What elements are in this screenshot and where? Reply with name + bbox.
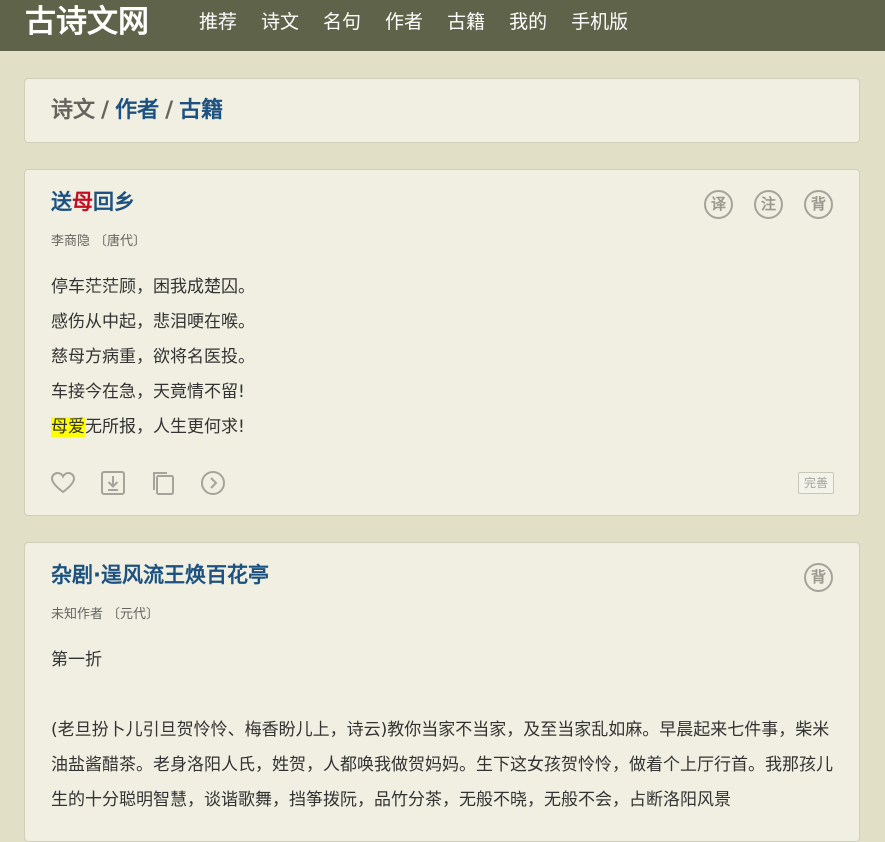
download-icon[interactable] [100, 470, 126, 496]
poem-dynasty[interactable]: 〔元代〕 [107, 607, 159, 622]
poem-title[interactable]: 送母回乡 [51, 187, 135, 217]
poem-card: 送母回乡 译 注 背 李商隐 〔唐代〕 停车茫茫顾，困我成楚囚。 感伤从中起，悲泪… [24, 169, 860, 516]
breadcrumb-link-authors[interactable]: 作者 [115, 98, 159, 123]
poem-content: 第一折 (老旦扮卜儿引旦贺怜怜、梅香盼儿上，诗云)教你当家不当家，及至当家乱如麻… [51, 643, 841, 818]
nav-item-mine[interactable]: 我的 [509, 10, 547, 34]
poem-toolbar [50, 470, 250, 496]
site-logo[interactable]: 古诗文网 [25, 2, 149, 42]
copy-icon[interactable] [150, 470, 176, 496]
poem-title-highlight: 母 [72, 190, 93, 214]
poem-line: 车接今在急，天竟情不留! [51, 382, 245, 402]
poem-line: 感伤从中起，悲泪哽在喉。 [51, 312, 255, 332]
breadcrumb-card: 诗文 / 作者 / 古籍 [24, 78, 860, 143]
nav-item-authors[interactable]: 作者 [385, 10, 423, 34]
recite-button[interactable]: 背 [804, 563, 833, 592]
nav-item-recommend[interactable]: 推荐 [199, 10, 237, 34]
poem-dynasty[interactable]: 〔唐代〕 [94, 234, 146, 249]
breadcrumb-link-classics[interactable]: 古籍 [179, 98, 223, 123]
nav-item-quotes[interactable]: 名句 [323, 10, 361, 34]
poem-meta: 未知作者 〔元代〕 [51, 605, 159, 625]
poem-line: 第一折 [51, 650, 102, 670]
poem-title[interactable]: 杂剧·逞风流王焕百花亭 [51, 560, 269, 590]
main-nav: 推荐 诗文 名句 作者 古籍 我的 手机版 [199, 10, 652, 34]
improve-button[interactable]: 完善 [797, 472, 834, 494]
breadcrumb-separator: / [101, 98, 110, 123]
poem-content: 停车茫茫顾，困我成楚囚。 感伤从中起，悲泪哽在喉。 慈母方病重，欲将名医投。 车… [51, 270, 841, 445]
highlighted-text: 母爱 [51, 417, 85, 437]
poem-paragraph: (老旦扮卜儿引旦贺怜怜、梅香盼儿上，诗云)教你当家不当家，及至当家乱如麻。早晨起… [51, 720, 833, 810]
poem-line: 母爱无所报，人生更何求! [51, 410, 841, 445]
nav-item-classics[interactable]: 古籍 [447, 10, 485, 34]
poem-card: 杂剧·逞风流王焕百花亭 背 未知作者 〔元代〕 第一折 (老旦扮卜儿引旦贺怜怜、梅… [24, 542, 860, 842]
translate-button[interactable]: 译 [704, 190, 733, 219]
breadcrumb: 诗文 / 作者 / 古籍 [51, 96, 223, 126]
breadcrumb-current: 诗文 [51, 98, 96, 123]
annotate-button[interactable]: 注 [754, 190, 783, 219]
poem-actions: 背 [783, 563, 833, 592]
heart-icon[interactable] [50, 470, 76, 496]
nav-item-mobile[interactable]: 手机版 [571, 10, 628, 34]
breadcrumb-separator: / [165, 98, 174, 123]
poem-title-part: 送 [51, 190, 72, 214]
poem-author[interactable]: 未知作者 [51, 607, 103, 622]
poem-line-rest: 无所报，人生更何求! [85, 417, 245, 437]
poem-actions: 译 注 背 [683, 190, 833, 219]
poem-line: 慈母方病重，欲将名医投。 [51, 347, 255, 367]
top-bar: 古诗文网 推荐 诗文 名句 作者 古籍 我的 手机版 [0, 0, 885, 51]
poem-line: 停车茫茫顾，困我成楚囚。 [51, 277, 255, 297]
poem-author[interactable]: 李商隐 [51, 234, 90, 249]
nav-item-poems[interactable]: 诗文 [261, 10, 299, 34]
chevron-right-icon[interactable] [200, 470, 226, 496]
poem-meta: 李商隐 〔唐代〕 [51, 232, 146, 252]
poem-title-part: 回乡 [93, 190, 135, 214]
recite-button[interactable]: 背 [804, 190, 833, 219]
